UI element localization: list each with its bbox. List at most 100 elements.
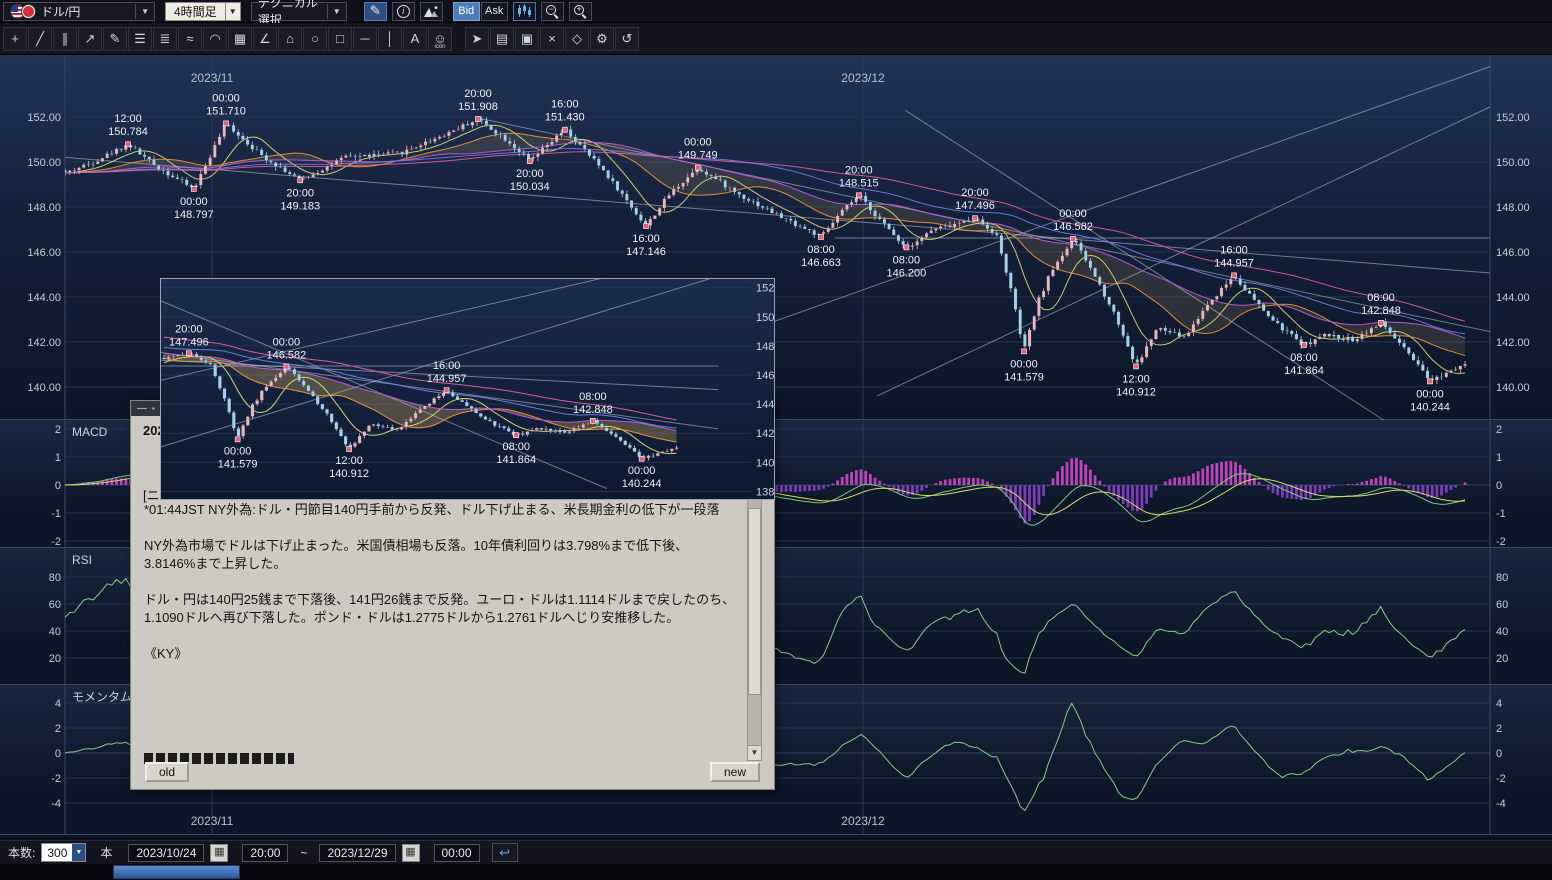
measure-tool[interactable]: × (540, 27, 564, 51)
svg-text:60: 60 (1496, 599, 1508, 611)
parallel-lines-tool[interactable]: ∥ (53, 27, 77, 51)
svg-text:2023/11: 2023/11 (191, 71, 234, 85)
horizontal-levels-tool[interactable]: ☰ (128, 27, 152, 51)
pentagon-tool[interactable]: ⌂ (278, 27, 302, 51)
trend-line (877, 99, 1507, 396)
pencil-icon: ✎ (370, 3, 381, 19)
svg-text:00:00: 00:00 (273, 337, 301, 349)
end-time-input[interactable]: 00:00 (434, 844, 480, 862)
reset-tool[interactable]: ↺ (615, 27, 639, 51)
svg-text:00:00: 00:00 (224, 445, 252, 457)
refresh-range-button[interactable]: ↩ (492, 843, 518, 862)
bars-count-value: 300 (47, 846, 67, 860)
ask-button[interactable]: Ask (481, 2, 508, 21)
regression-line-tool[interactable]: ∠ (253, 27, 277, 51)
chevron-down-icon: ▼ (229, 7, 237, 16)
draw-mode-button[interactable]: ✎ (364, 2, 387, 21)
svg-text:4: 4 (55, 698, 61, 710)
end-date-input[interactable]: 2023/12/29 (319, 844, 395, 862)
fibonacci-tool[interactable]: ≣ (153, 27, 177, 51)
svg-text:40: 40 (1496, 626, 1508, 638)
technical-selector[interactable]: テクニカル選択 ▼ (251, 2, 347, 21)
trendline-tool[interactable]: ╱ (28, 27, 52, 51)
taskbar-item[interactable] (113, 865, 240, 879)
svg-text:0: 0 (55, 748, 61, 760)
svg-text:150: 150 (756, 312, 774, 324)
svg-text:20:00: 20:00 (286, 187, 314, 199)
svg-text:140: 140 (756, 457, 774, 469)
svg-text:08:00: 08:00 (1290, 352, 1318, 364)
svg-text:12:00: 12:00 (1122, 373, 1150, 385)
calendar-icon: ▦ (214, 846, 224, 858)
vertical-line-tool[interactable]: │ (378, 27, 402, 51)
wave-tool[interactable]: ≈ (178, 27, 202, 51)
pointer-tool[interactable]: ➤ (465, 27, 489, 51)
arc-tool[interactable]: ◠ (203, 27, 227, 51)
wave-tool-icon: ≈ (186, 32, 193, 45)
currency-pair-selector[interactable]: ドル/円 ▼ (3, 2, 155, 21)
inset-chart[interactable]: 15215014814614414214013820:00147.49600:0… (161, 279, 774, 499)
svg-text:140.244: 140.244 (1410, 401, 1450, 413)
range-separator: ~ (300, 846, 307, 860)
svg-text:80: 80 (1496, 572, 1508, 584)
svg-text:152.00: 152.00 (27, 112, 61, 124)
svg-text:20:00: 20:00 (516, 168, 544, 180)
svg-text:140.912: 140.912 (329, 468, 369, 480)
svg-text:0: 0 (1496, 748, 1502, 760)
bars-count-input[interactable]: 300 ▼ (41, 843, 86, 862)
start-date-calendar-button[interactable]: ▦ (210, 844, 228, 862)
old-news-button[interactable]: old (145, 762, 189, 782)
svg-text:149.183: 149.183 (280, 200, 320, 212)
timeframe-selector[interactable]: 4時間足 (165, 2, 226, 21)
start-date-input[interactable]: 2023/10/24 (128, 844, 204, 862)
settings-tool[interactable]: ⚙ (590, 27, 614, 51)
copy-tool[interactable]: ▤ (490, 27, 514, 51)
info-button[interactable]: i (392, 2, 415, 21)
inset-chart-window[interactable]: 15215014814614414214013820:00147.49600:0… (160, 278, 775, 500)
scrollbar-thumb[interactable] (748, 508, 761, 695)
zoom-out-button[interactable]: − (541, 2, 564, 21)
svg-text:20: 20 (49, 653, 61, 665)
timeframe-dropdown-button[interactable]: ▼ (226, 2, 241, 21)
scroll-down-button[interactable]: ▼ (748, 745, 761, 760)
crosshair-tool-icon: + (11, 32, 19, 45)
bid-button[interactable]: Bid (453, 2, 480, 21)
eraser-tool-icon: ◇ (572, 32, 582, 45)
ray-tool[interactable]: ↗ (78, 27, 102, 51)
vertical-line-tool-icon: │ (386, 32, 394, 45)
svg-text:2: 2 (1496, 723, 1502, 735)
calendar-icon: ▦ (405, 846, 415, 858)
freehand-tool[interactable]: ✎ (103, 27, 127, 51)
svg-text:146.582: 146.582 (267, 350, 307, 362)
crosshair-tool[interactable]: + (3, 27, 27, 51)
svg-text:146.00: 146.00 (1496, 247, 1530, 259)
svg-text:2023/12: 2023/12 (841, 71, 885, 85)
chart-type-button[interactable] (513, 2, 536, 21)
svg-text:08:00: 08:00 (807, 244, 835, 256)
zoom-in-button[interactable]: + (569, 2, 592, 21)
svg-text:08:00: 08:00 (893, 254, 921, 266)
fibonacci-tool-icon: ≣ (160, 32, 171, 45)
horizontal-line-tool[interactable]: ─ (353, 27, 377, 51)
new-news-button[interactable]: new (710, 762, 760, 782)
image-capture-button[interactable] (420, 2, 443, 21)
gann-grid-tool[interactable]: ▦ (228, 27, 252, 51)
start-time-input[interactable]: 20:00 (242, 844, 288, 862)
icon-stamp-tool[interactable]: ☺icon (428, 27, 452, 51)
eraser-tool[interactable]: ◇ (565, 27, 589, 51)
circle-tool[interactable]: ○ (303, 27, 327, 51)
rectangle-tool[interactable]: □ (328, 27, 352, 51)
svg-text:149.749: 149.749 (678, 150, 718, 162)
svg-text:148.515: 148.515 (839, 177, 879, 189)
svg-text:RSI: RSI (72, 553, 92, 567)
svg-text:150.00: 150.00 (1496, 157, 1530, 169)
svg-text:148.00: 148.00 (27, 202, 61, 214)
bars-count-label: 本数: (8, 844, 35, 861)
svg-text:141.864: 141.864 (496, 454, 536, 466)
minimize-icon[interactable]: — (137, 404, 147, 414)
svg-text:144: 144 (756, 399, 774, 411)
delete-tool[interactable]: ▣ (515, 27, 539, 51)
text-tool[interactable]: A (403, 27, 427, 51)
svg-text:141.864: 141.864 (1284, 365, 1324, 377)
end-date-calendar-button[interactable]: ▦ (402, 844, 420, 862)
